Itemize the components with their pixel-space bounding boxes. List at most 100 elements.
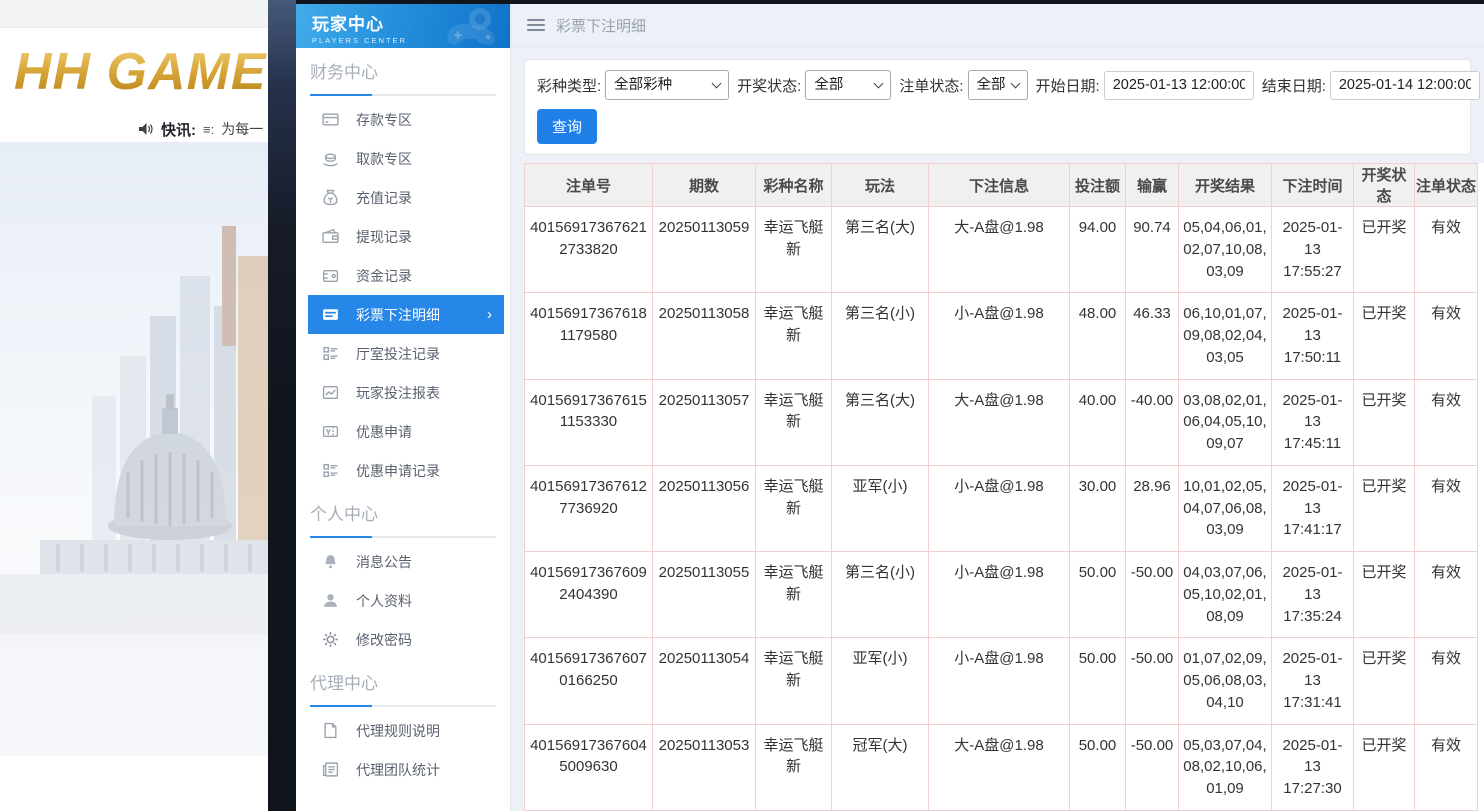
sidebar-item-recharge-records[interactable]: 充值记录: [308, 178, 504, 217]
table-cell: 2025-01-13 17:31:41: [1272, 638, 1354, 724]
sidebar-item-agent-rules[interactable]: 代理规则说明: [308, 711, 504, 750]
hamburger-menu-icon[interactable]: [527, 19, 545, 31]
section-title-finance: 财务中心: [310, 62, 510, 84]
table-cell: 幸运飞艇新: [756, 379, 832, 465]
lottery-type-select[interactable]: 全部彩种: [605, 70, 729, 100]
table-cell: 20250113058: [653, 293, 756, 379]
promo-apply-icon: [322, 423, 339, 440]
column-header: 注单号: [525, 164, 653, 207]
draw-status-select[interactable]: 全部: [805, 70, 891, 100]
table-cell: 大-A盘@1.98: [929, 724, 1070, 810]
order-status-label: 注单状态:: [899, 75, 963, 96]
column-header: 彩种名称: [756, 164, 832, 207]
personal-menu: 消息公告 个人资料 修改密码: [296, 540, 510, 659]
table-cell: 46.33: [1126, 293, 1179, 379]
sidebar-item-room-bet-records[interactable]: 厅室投注记录: [308, 334, 504, 373]
table-cell: 50.00: [1070, 638, 1126, 724]
sidebar-item-label: 修改密码: [356, 630, 412, 650]
page-title: 彩票下注明细: [556, 15, 646, 36]
sidebar-item-agent-team-stats[interactable]: 代理团队统计: [308, 750, 504, 789]
table-cell: 有效: [1415, 379, 1478, 465]
lottery-type-label: 彩种类型:: [537, 75, 601, 96]
table-cell: 28.96: [1126, 465, 1179, 551]
table-row: 40156917367607016625020250113054幸运飞艇新亚军(…: [525, 638, 1478, 724]
ticker-label: 快讯:: [161, 119, 196, 140]
order-status-select[interactable]: 全部: [968, 70, 1028, 100]
table-cell: 401569173676070166250: [525, 638, 653, 724]
bell-icon: [322, 553, 339, 570]
end-date-input[interactable]: [1330, 71, 1480, 100]
gear-icon: [322, 631, 339, 648]
sidebar-item-messages[interactable]: 消息公告: [308, 542, 504, 581]
content-topbar: 彩票下注明细: [511, 4, 1484, 47]
table-cell: 小-A盘@1.98: [929, 638, 1070, 724]
table-cell: 40.00: [1070, 379, 1126, 465]
sidebar-item-label: 存款专区: [356, 110, 412, 130]
sidebar-item-label: 彩票下注明细: [356, 305, 440, 325]
sidebar-item-profile[interactable]: 个人资料: [308, 581, 504, 620]
table-cell: 50.00: [1070, 552, 1126, 638]
table-cell: 06,10,01,07,09,08,02,04,03,05: [1179, 293, 1272, 379]
table-row: 40156917367615115333020250113057幸运飞艇新第三名…: [525, 379, 1478, 465]
column-header: 下注信息: [929, 164, 1070, 207]
column-header: 注单状态: [1415, 164, 1478, 207]
agent-menu: 代理规则说明 代理团队统计: [296, 709, 510, 789]
sidebar-item-label: 代理规则说明: [356, 721, 440, 741]
speaker-icon: [138, 122, 154, 136]
background-topband: [0, 0, 268, 28]
withdrawal-record-icon: [322, 228, 339, 245]
capitol-background-image: [0, 142, 268, 811]
table-cell: 有效: [1415, 552, 1478, 638]
column-header: 玩法: [832, 164, 929, 207]
table-cell: 第三名(大): [832, 379, 929, 465]
sidebar-item-promo-apply-records[interactable]: 优惠申请记录: [308, 451, 504, 490]
sidebar-item-withdraw[interactable]: 取款专区: [308, 139, 504, 178]
sidebar-item-label: 消息公告: [356, 552, 412, 572]
table-cell: 90.74: [1126, 207, 1179, 293]
sidebar-item-funds-records[interactable]: 资金记录: [308, 256, 504, 295]
table-cell: 已开奖: [1354, 552, 1415, 638]
table-cell: 401569173676045009630: [525, 724, 653, 810]
table-cell: 03,08,02,01,06,04,05,10,09,07: [1179, 379, 1272, 465]
table-cell: 有效: [1415, 207, 1478, 293]
table-cell: 有效: [1415, 293, 1478, 379]
sidebar-item-promo-apply[interactable]: 优惠申请: [308, 412, 504, 451]
sidebar-item-player-bet-report[interactable]: 玩家投注报表: [308, 373, 504, 412]
table-cell: 401569173676181179580: [525, 293, 653, 379]
news-ticker: 快讯: ≡: 为每一: [0, 116, 268, 142]
table-cell: 小-A盘@1.98: [929, 552, 1070, 638]
ticker-message-prefix: ≡:: [203, 122, 214, 137]
table-cell: 05,04,06,01,02,07,10,08,03,09: [1179, 207, 1272, 293]
sidebar-item-label: 提现记录: [356, 227, 412, 247]
table-cell: 94.00: [1070, 207, 1126, 293]
section-title-agent: 代理中心: [310, 673, 510, 695]
sidebar-item-withdrawal-records[interactable]: 提现记录: [308, 217, 504, 256]
table-row: 40156917367604500963020250113053幸运飞艇新冠军(…: [525, 724, 1478, 810]
sidebar-item-change-password[interactable]: 修改密码: [308, 620, 504, 659]
table-cell: 幸运飞艇新: [756, 207, 832, 293]
filter-panel: 彩种类型: 全部彩种 开奖状态: 全部 注单状态: 全部 开始日期: 结束日期:…: [524, 59, 1471, 155]
table-cell: 2025-01-13 17:50:11: [1272, 293, 1354, 379]
table-cell: 亚军(小): [832, 465, 929, 551]
sidebar-item-label: 厅室投注记录: [356, 344, 440, 364]
table-cell: 2025-01-13 17:41:17: [1272, 465, 1354, 551]
sidebar-item-label: 优惠申请: [356, 422, 412, 442]
filter-actions: 查询: [537, 109, 1458, 144]
room-bets-icon: [322, 345, 339, 362]
table-cell: 401569173676127736920: [525, 465, 653, 551]
search-button[interactable]: 查询: [537, 109, 597, 144]
table-cell: 20250113056: [653, 465, 756, 551]
promo-record-icon: [322, 462, 339, 479]
person-icon: [322, 592, 339, 609]
table-header-row: 注单号 期数 彩种名称 玩法 下注信息 投注额 输赢 开奖结果 下注时间 开奖状…: [525, 164, 1478, 207]
table-cell: 10,01,02,05,04,07,06,08,03,09: [1179, 465, 1272, 551]
sidebar-item-deposit[interactable]: 存款专区: [308, 100, 504, 139]
start-date-input[interactable]: [1104, 71, 1254, 100]
table-cell: 05,03,07,04,08,02,10,06,01,09: [1179, 724, 1272, 810]
bet-table-wrap: 注单号 期数 彩种名称 玩法 下注信息 投注额 输赢 开奖结果 下注时间 开奖状…: [524, 163, 1484, 811]
table-cell: -50.00: [1126, 638, 1179, 724]
background-page: HH GAME 快讯: ≡: 为每一: [0, 0, 268, 811]
table-cell: 2025-01-13 17:45:11: [1272, 379, 1354, 465]
table-cell: 幸运飞艇新: [756, 465, 832, 551]
sidebar-item-lottery-bet-details[interactable]: 彩票下注明细 ›: [308, 295, 504, 334]
